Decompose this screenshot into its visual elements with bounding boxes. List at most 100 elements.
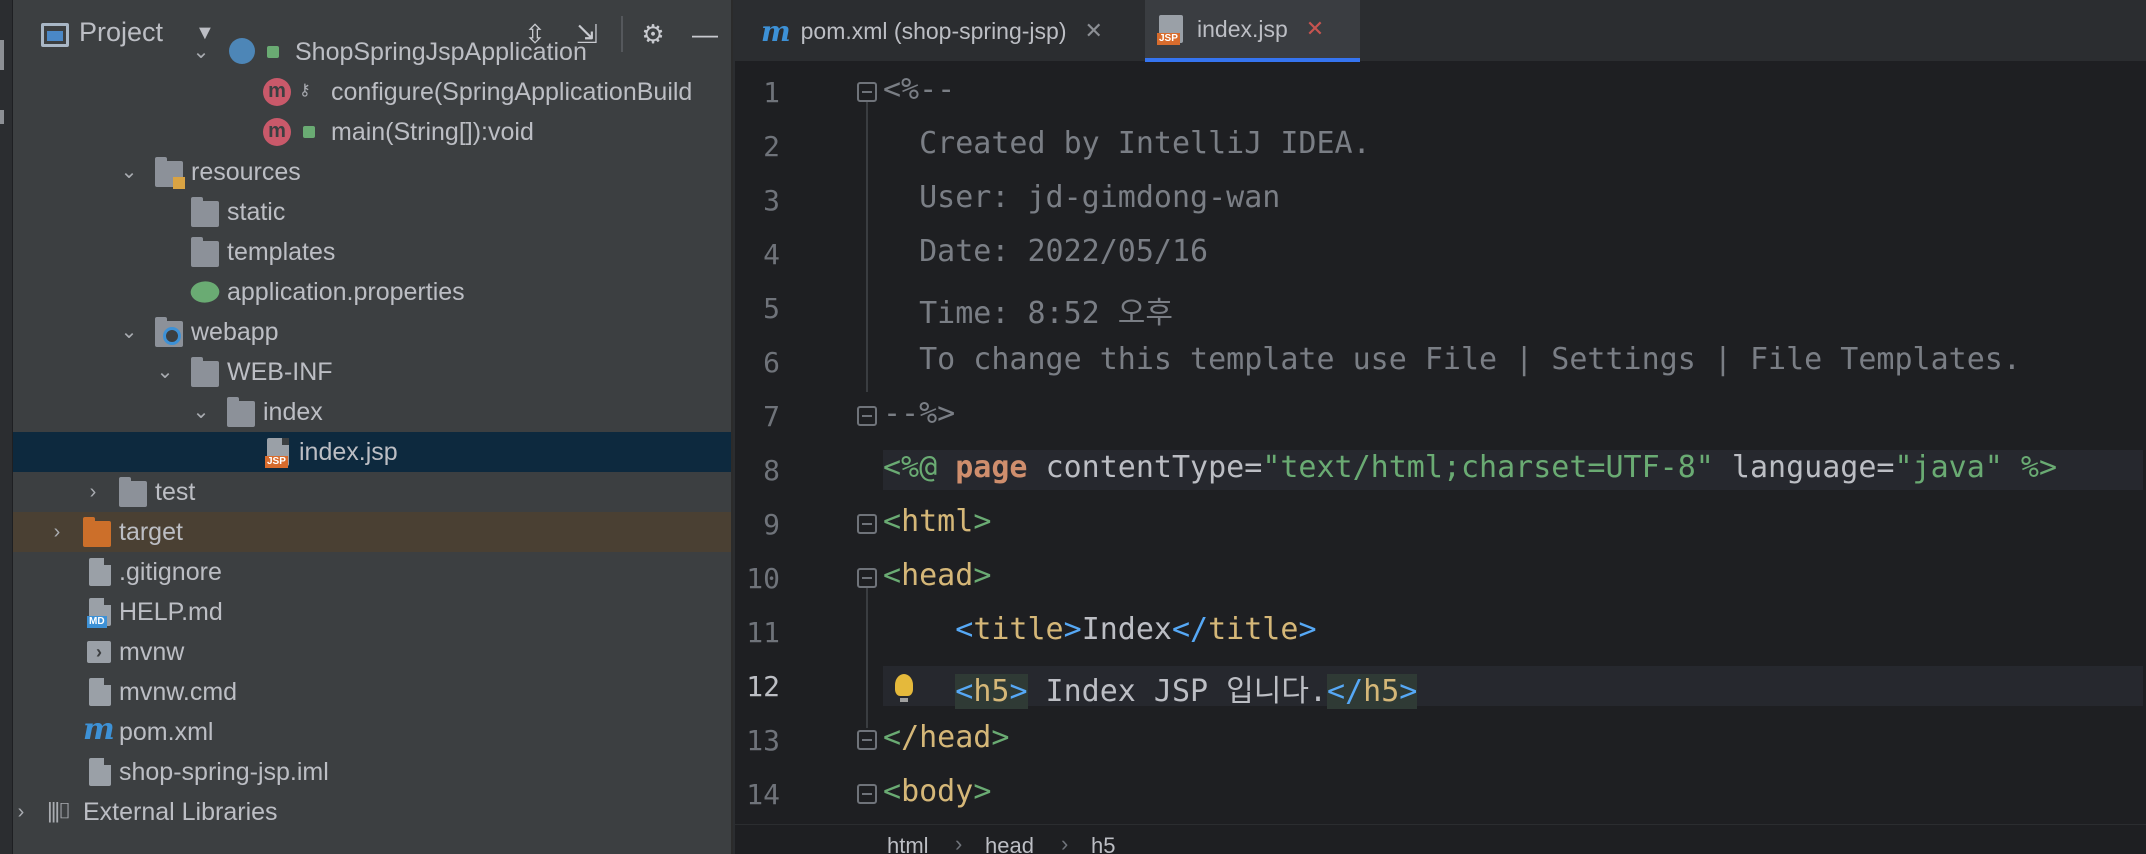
close-icon[interactable]: ✕ [1085,18,1103,44]
public-lock-icon [267,46,279,58]
code-line-h5: <h5> Index JSP 입니다.</h5> [955,674,1418,709]
markdown-file-icon: MD [87,598,111,628]
tree-item-mvnw[interactable]: › mvnw [13,632,731,672]
folder-icon [227,397,255,427]
tag-name: title [973,612,1064,647]
fold-icon[interactable] [857,82,877,102]
breadcrumb-item[interactable]: html [887,833,929,854]
method-icon: m [263,78,291,106]
chevron-down-icon[interactable]: ⌄ [155,362,175,382]
chevron-down-icon[interactable]: ⌄ [191,42,211,62]
tab-pom-xml[interactable]: m pom.xml (shop-spring-jsp) ✕ [749,0,1115,62]
maven-icon: m [761,14,791,48]
folder-icon [191,197,219,227]
chevron-right-icon: › [955,831,963,854]
code-line: Created by IntelliJ IDEA. [883,126,1371,161]
line-number: 13 [746,724,780,757]
close-icon[interactable]: ✕ [1306,16,1324,42]
code-editor[interactable]: 1 2 3 4 5 6 7 8 9 10 11 12 13 14 <%-- Cr… [735,62,2146,824]
iml-file-icon [89,758,111,786]
chevron-right-icon[interactable]: › [13,802,31,822]
tree-item-webapp[interactable]: ⌄ webapp [13,312,731,352]
tree-item-label: WEB-INF [227,357,333,386]
chevron-down-icon[interactable]: ⌄ [119,162,139,182]
code-line: <%-- [883,72,956,107]
fold-icon[interactable] [857,730,877,750]
jsp-close: %> [2020,450,2058,485]
chevron-right-icon: › [1061,831,1069,854]
fold-icon[interactable] [857,784,877,804]
text-file-icon [89,678,111,706]
chevron-down-icon[interactable]: ⌄ [191,402,211,422]
tag-name: /head [901,720,992,755]
tree-item-web-inf[interactable]: ⌄ WEB-INF [13,352,731,392]
line-number: 3 [763,184,780,217]
tree-item-gitignore[interactable]: .gitignore [13,552,731,592]
line-number: 10 [746,562,780,595]
tag-text: Index [1081,612,1172,647]
tree-item-target[interactable]: › target [13,512,731,552]
code-line: User: jd-gimdong-wan [883,180,1281,215]
editor: m pom.xml (shop-spring-jsp) ✕ JSP index.… [735,0,2146,854]
strip-marker [0,110,4,124]
tree-item-label: main(String[]):void [331,117,534,146]
chevron-down-icon[interactable]: ⌄ [119,322,139,342]
chevron-right-icon[interactable]: › [47,522,67,542]
tree-item-label: templates [227,237,336,266]
tree-item-help-md[interactable]: MD HELP.md [13,592,731,632]
line-number: 6 [763,346,780,379]
fold-icon[interactable] [857,568,877,588]
directive-keyword: page [955,450,1028,485]
spring-properties-icon [188,276,222,308]
tree-item-main[interactable]: m main(String[]):void [13,112,731,152]
tree-item-external-libraries[interactable]: › |||⌷ External Libraries [13,792,731,832]
tree-item-index-folder[interactable]: ⌄ index [13,392,731,432]
code-line-body: <body> [883,774,992,809]
tag-name: body [901,774,974,809]
ignored-file-icon [89,558,111,586]
code-line-head: <head> [883,558,992,593]
folder-icon [119,477,147,507]
jsp-file-icon: JSP [1157,15,1183,45]
fold-guide [866,588,868,728]
strip-marker [0,40,4,70]
tree-item-label: resources [191,157,301,186]
chevron-right-icon[interactable]: › [83,482,103,502]
tree-item-label: shop-spring-jsp.iml [119,757,329,786]
tree-item-configure[interactable]: m ⚷ configure(SpringApplicationBuild [13,72,731,112]
tag-name: html [901,504,974,539]
tag-text: Index JSP 입니다. [1027,674,1328,709]
folder-icon [191,357,219,387]
breadcrumb-item[interactable]: h5 [1091,833,1115,854]
code-line-title: <title>Index</title> [955,612,1317,647]
tree-item-iml[interactable]: shop-spring-jsp.iml [13,752,731,792]
tab-index-jsp[interactable]: JSP index.jsp ✕ [1145,0,1360,62]
excluded-folder-icon [83,517,111,547]
libraries-icon: |||⌷ [47,798,71,823]
tree-item-shopspringjspapplication[interactable]: ⌄ ShopSpringJspApplication [13,32,731,72]
line-number: 7 [763,400,780,433]
tree-item-static[interactable]: static [13,192,731,232]
tree-item-mvnw-cmd[interactable]: mvnw.cmd [13,672,731,712]
tree-item-label: mvnw.cmd [119,677,238,706]
tree-item-label: application.properties [227,277,465,306]
tree-item-index-jsp[interactable]: JSP index.jsp [13,432,731,472]
breadcrumb-item[interactable]: head [985,833,1034,854]
tree-item-label: .gitignore [119,557,222,586]
spring-boot-class-icon [229,38,255,64]
tree-item-label: pom.xml [119,717,214,746]
attribute-name: language= [1731,450,1895,485]
tab-label: pom.xml (shop-spring-jsp) [800,17,1067,44]
tree-item-resources[interactable]: ⌄ resources [13,152,731,192]
fold-icon[interactable] [857,406,877,426]
tree-item-application-properties[interactable]: application.properties [13,272,731,312]
fold-icon[interactable] [857,514,877,534]
tree-item-templates[interactable]: templates [13,232,731,272]
code-line-html: <html> [883,504,992,539]
tool-window-strip [0,0,13,854]
tag-name: title [1208,612,1299,647]
tree-item-pom-xml[interactable]: m pom.xml [13,712,731,752]
tree-item-test[interactable]: › test [13,472,731,512]
public-lock-icon [303,126,315,138]
tree-item-label: ShopSpringJspApplication [295,37,587,66]
